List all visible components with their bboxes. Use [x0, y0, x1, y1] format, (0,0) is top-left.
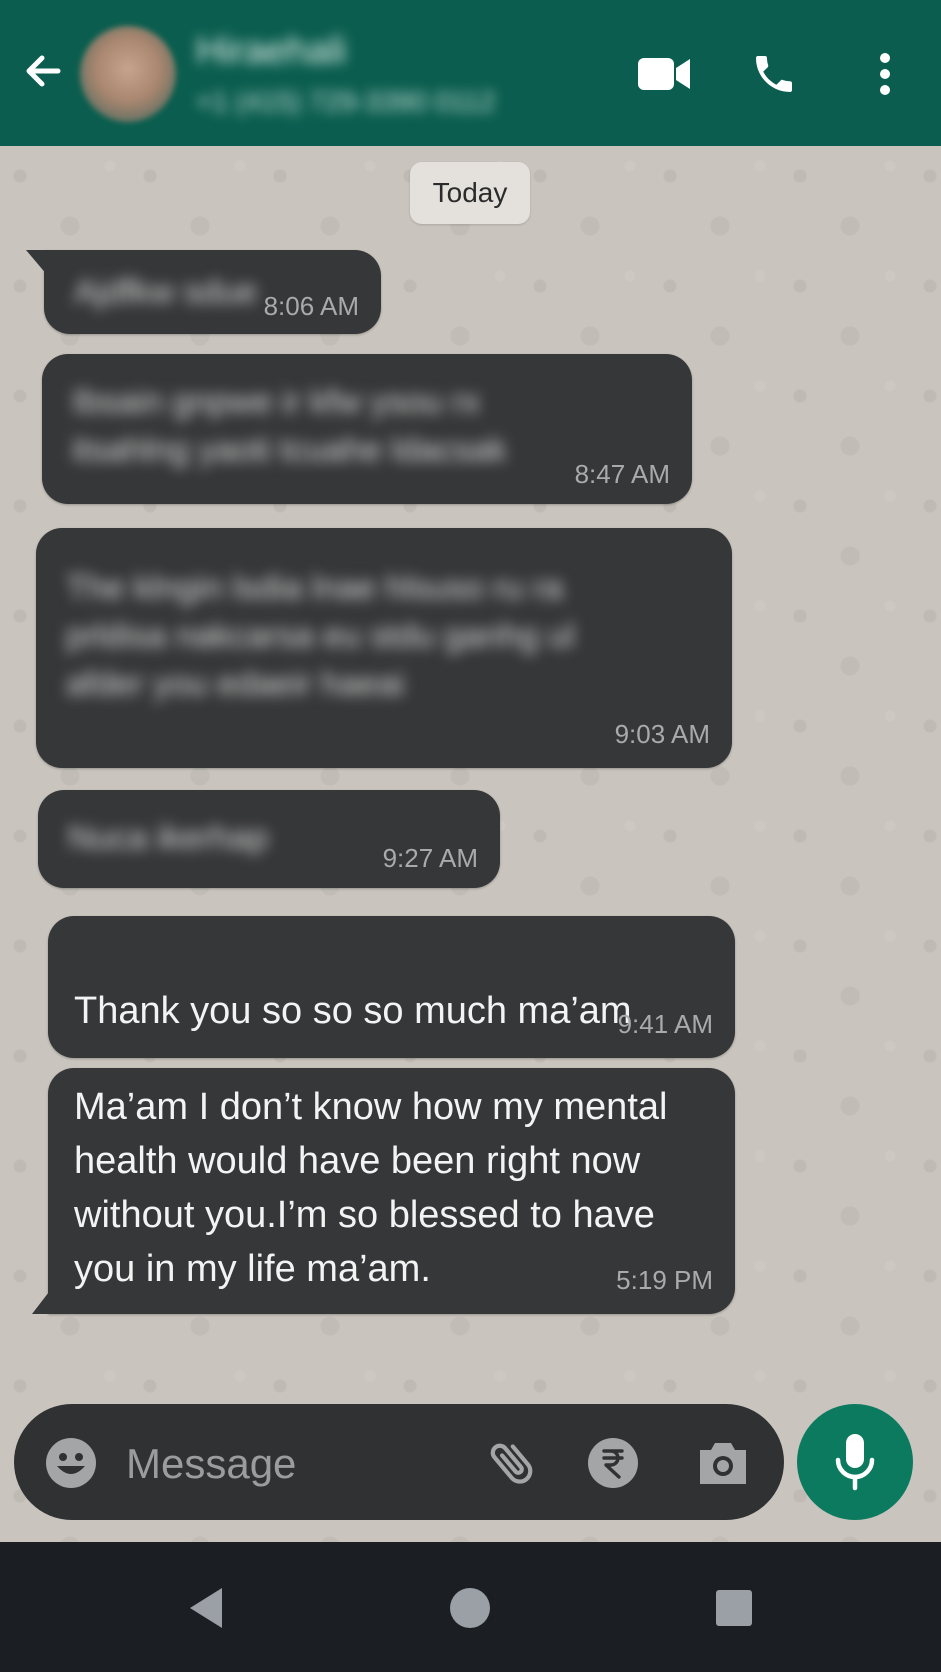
- back-button[interactable]: [18, 46, 68, 96]
- message-time: 8:47 AM: [574, 459, 670, 489]
- nav-recents-button[interactable]: [704, 1578, 764, 1638]
- nav-home-button[interactable]: [440, 1578, 500, 1638]
- nav-home-icon: [450, 1588, 490, 1628]
- contact-name[interactable]: Hiraehali: [196, 30, 346, 73]
- payment-button[interactable]: [584, 1434, 642, 1492]
- attach-button[interactable]: [484, 1434, 542, 1492]
- paperclip-icon: [490, 1443, 533, 1484]
- message-text: Ma’am I don’t know how my mental health …: [74, 1086, 668, 1290]
- message-bubble[interactable]: The klngin lsdia lnae hlsuso ru ra prldi…: [36, 528, 732, 768]
- more-options-button[interactable]: [855, 44, 915, 104]
- message-time: 9:27 AM: [382, 843, 478, 873]
- arrow-left-icon: [26, 55, 61, 87]
- date-chip: Today: [410, 162, 530, 224]
- camera-icon: [700, 1443, 746, 1484]
- message-time: 5:19 PM: [616, 1265, 713, 1295]
- nav-recents-icon: [716, 1590, 752, 1626]
- bubble-tail: [26, 250, 48, 276]
- message-composer: [14, 1404, 784, 1520]
- phone-icon: [756, 56, 792, 92]
- emoji-icon: [46, 1438, 96, 1488]
- camera-button[interactable]: [694, 1434, 752, 1492]
- more-vertical-icon: [880, 53, 890, 95]
- message-text: The klngin lsdia lnae hlsuso ru ra prldi…: [66, 569, 575, 703]
- message-time: 9:41 AM: [617, 1009, 713, 1039]
- message-bubble[interactable]: Ibsain gnpwe ir kfw ysou rx itsahlng yao…: [42, 354, 692, 504]
- message-bubble[interactable]: Thank you so so so much ma’am 9:41 AM: [48, 916, 735, 1139]
- avatar[interactable]: [80, 26, 176, 122]
- nav-back-icon: [190, 1588, 222, 1628]
- chat-header: Hiraehali +1 (415) 729-3390 0112: [0, 0, 941, 146]
- video-call-button[interactable]: [634, 44, 694, 104]
- bubble-tail: [32, 1288, 52, 1314]
- voice-message-button[interactable]: [797, 1404, 913, 1520]
- system-nav-bar: [0, 1542, 941, 1672]
- emoji-button[interactable]: [42, 1434, 100, 1492]
- message-bubble[interactable]: Ajdfkw sdue 8:06 AM: [26, 250, 381, 334]
- voice-call-button[interactable]: [744, 44, 804, 104]
- message-time: 8:06 AM: [263, 291, 359, 321]
- nav-back-button[interactable]: [176, 1578, 236, 1638]
- microphone-icon: [835, 1434, 875, 1491]
- message-input[interactable]: [124, 1434, 468, 1494]
- message-text: Nuca ikerhap: [68, 819, 269, 857]
- video-call-icon: [638, 58, 690, 90]
- message-time: 9:03 AM: [614, 719, 710, 749]
- message-bubble[interactable]: Ma’am I don’t know how my mental health …: [32, 1068, 735, 1314]
- message-text: Ajdfkw sdue: [74, 273, 258, 311]
- message-text-content: Thank you so so so much ma’am: [74, 990, 632, 1032]
- contact-subtitle[interactable]: +1 (415) 729-3390 0112: [196, 86, 495, 118]
- rupee-icon: [588, 1438, 638, 1488]
- message-text: Ibsain gnpwe ir kfw ysou rx itsahlng yao…: [72, 383, 507, 469]
- message-bubble[interactable]: Nuca ikerhap 9:27 AM: [38, 790, 500, 888]
